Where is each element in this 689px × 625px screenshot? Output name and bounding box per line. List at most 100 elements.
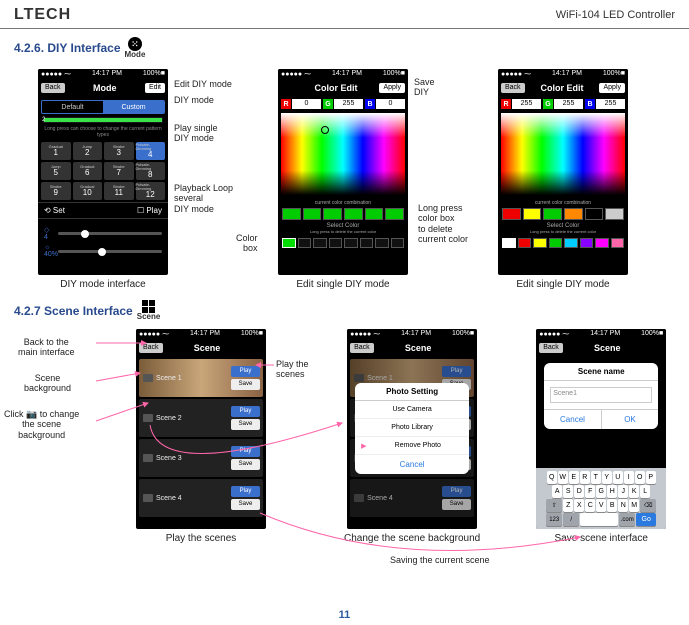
key[interactable]: ⇧ xyxy=(546,499,562,512)
back-button[interactable]: Back xyxy=(539,343,563,353)
swatch[interactable] xyxy=(543,208,562,220)
swatch[interactable] xyxy=(365,208,384,220)
key[interactable]: C xyxy=(585,499,595,512)
key[interactable]: Go xyxy=(636,513,656,526)
key[interactable]: ⌫ xyxy=(640,499,656,512)
play-button[interactable]: Play xyxy=(231,486,260,497)
play-button[interactable]: Play xyxy=(231,366,260,377)
key[interactable]: F xyxy=(585,485,595,498)
mode-cell[interactable]: Pulsate-Dimming12 xyxy=(136,182,166,200)
key[interactable]: Y xyxy=(602,471,612,484)
key[interactable]: / xyxy=(563,513,579,526)
camera-icon[interactable] xyxy=(143,374,153,382)
mode-cell[interactable]: Strobe11 xyxy=(104,182,134,200)
brightness-slider[interactable]: ☼ 40% xyxy=(44,244,162,258)
swatch[interactable] xyxy=(313,238,327,248)
swatch[interactable] xyxy=(344,208,363,220)
key[interactable]: L xyxy=(640,485,650,498)
key[interactable]: P xyxy=(646,471,656,484)
mode-cell[interactable]: Strobe7 xyxy=(104,162,134,180)
save-button[interactable]: Save xyxy=(231,419,260,430)
swatch[interactable] xyxy=(605,208,624,220)
camera-icon[interactable] xyxy=(143,414,153,422)
mode-cell[interactable]: Gradual10 xyxy=(73,182,103,200)
ok-button[interactable]: OK xyxy=(602,409,659,429)
save-button[interactable]: Save xyxy=(231,459,260,470)
back-button[interactable]: Back xyxy=(501,83,525,93)
swatch[interactable] xyxy=(344,238,358,248)
back-button[interactable]: Back xyxy=(350,343,374,353)
seg-default[interactable]: Default xyxy=(42,101,103,113)
key[interactable]: K xyxy=(629,485,639,498)
apply-button[interactable]: Apply xyxy=(379,83,405,93)
color-picker[interactable] xyxy=(281,113,405,195)
key[interactable]: O xyxy=(635,471,645,484)
opt-use-camera[interactable]: Use Camera xyxy=(355,401,469,419)
seg-custom[interactable]: Custom xyxy=(103,101,164,113)
set-button[interactable]: ⟲ Set xyxy=(44,206,65,215)
back-button[interactable]: Back xyxy=(139,343,163,353)
swatch[interactable] xyxy=(533,238,547,248)
key[interactable]: J xyxy=(618,485,628,498)
key[interactable]: V xyxy=(596,499,606,512)
key[interactable]: D xyxy=(574,485,584,498)
key[interactable]: W xyxy=(558,471,568,484)
cancel-button[interactable]: Cancel xyxy=(544,409,602,429)
swatch[interactable] xyxy=(595,238,609,248)
apply-button[interactable]: Apply xyxy=(599,83,625,93)
key[interactable]: U xyxy=(613,471,623,484)
key[interactable]: E xyxy=(569,471,579,484)
segmented-control[interactable]: Default Custom xyxy=(41,100,165,114)
save-button[interactable]: Save xyxy=(231,379,260,390)
key[interactable]: 123 xyxy=(546,513,562,526)
camera-icon[interactable] xyxy=(143,454,153,462)
back-button[interactable]: Back xyxy=(41,83,65,93)
key[interactable]: A xyxy=(552,485,562,498)
key[interactable]: Q xyxy=(547,471,557,484)
swatch-active[interactable] xyxy=(282,238,296,248)
picker-marker[interactable] xyxy=(321,126,329,134)
swatch[interactable] xyxy=(375,238,389,248)
play-button[interactable]: Play xyxy=(231,406,260,417)
swatch[interactable] xyxy=(502,238,516,248)
swatch[interactable] xyxy=(611,238,625,248)
mode-cell[interactable]: Jump5 xyxy=(41,162,71,180)
swatch[interactable] xyxy=(580,238,594,248)
modal-cancel[interactable]: Cancel xyxy=(355,455,469,474)
swatch[interactable] xyxy=(518,238,532,248)
key[interactable]: G xyxy=(596,485,606,498)
edit-button[interactable]: Edit xyxy=(145,83,165,93)
swatch[interactable] xyxy=(523,208,542,220)
swatch[interactable] xyxy=(360,238,374,248)
mode-cell[interactable]: Gradual6 xyxy=(73,162,103,180)
swatch[interactable] xyxy=(303,208,322,220)
speed-slider[interactable]: ◇ 4 xyxy=(44,226,162,241)
swatch[interactable] xyxy=(549,238,563,248)
camera-icon[interactable] xyxy=(143,494,153,502)
save-button[interactable]: Save xyxy=(231,499,260,510)
key[interactable]: M xyxy=(629,499,639,512)
key[interactable]: N xyxy=(618,499,628,512)
swatch[interactable] xyxy=(329,238,343,248)
scene-name-input[interactable]: Scene1 xyxy=(550,387,652,403)
opt-photo-library[interactable]: Photo Library xyxy=(355,419,469,437)
swatch[interactable] xyxy=(564,208,583,220)
key[interactable]: .com xyxy=(619,513,635,526)
mode-cell[interactable]: Pulsate-Dimming8 xyxy=(136,162,166,180)
key[interactable] xyxy=(580,513,618,526)
keyboard[interactable]: QWERTYUIOPASDFGHJKL⇧ZXCVBNM⌫123/.comGo xyxy=(536,468,666,529)
swatch[interactable] xyxy=(282,208,301,220)
swatch[interactable] xyxy=(385,208,404,220)
key[interactable]: X xyxy=(574,499,584,512)
swatch[interactable] xyxy=(502,208,521,220)
mode-cell[interactable]: Strobe9 xyxy=(41,182,71,200)
color-picker[interactable] xyxy=(501,113,625,195)
key[interactable]: I xyxy=(624,471,634,484)
key[interactable]: Z xyxy=(563,499,573,512)
swatch[interactable] xyxy=(391,238,405,248)
key[interactable]: B xyxy=(607,499,617,512)
swatch[interactable] xyxy=(323,208,342,220)
opt-remove-photo[interactable]: Remove Photo xyxy=(355,437,469,455)
key[interactable]: R xyxy=(580,471,590,484)
mode-cell[interactable]: Gradual1 xyxy=(41,142,71,160)
